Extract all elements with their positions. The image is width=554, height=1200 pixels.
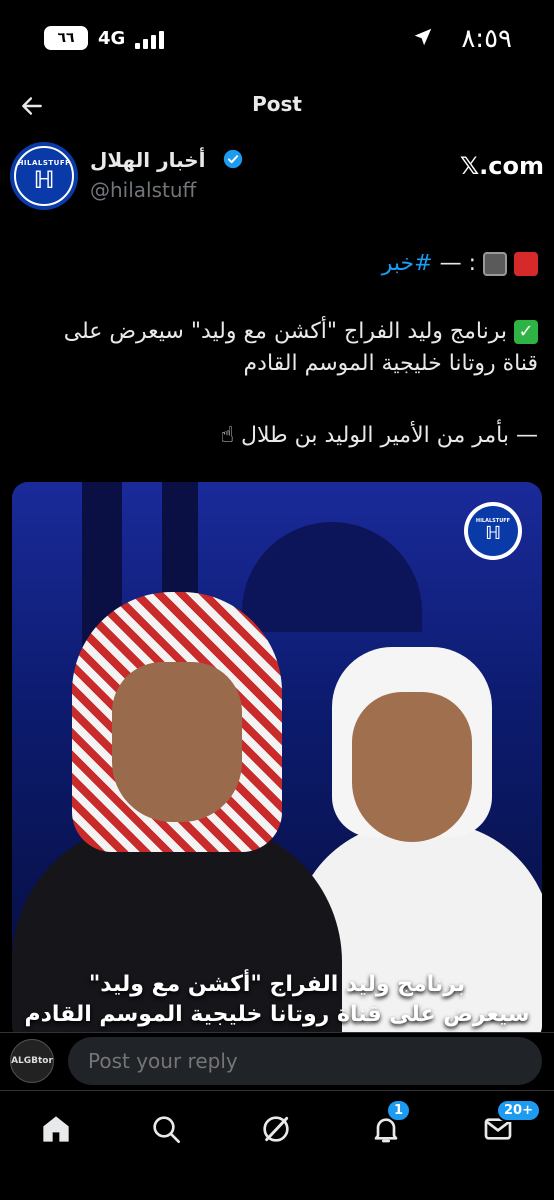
nav-grok[interactable]: [256, 1109, 296, 1149]
author-avatar[interactable]: HILALSTUFF ℍ: [10, 142, 78, 210]
author-handle[interactable]: @hilalstuff: [90, 178, 196, 202]
siren-emoji-icon: [514, 252, 538, 276]
signal-icon: [135, 27, 165, 49]
author-row: HILALSTUFF ℍ أخبار الهلال @hilalstuff 𝕏.…: [10, 140, 544, 210]
tweet-line-3: — بأمر من الأمير الوليد بن طلال ☝: [30, 420, 538, 452]
verified-badge-icon: [223, 149, 243, 169]
tweet-footer: — بأمر من الأمير الوليد بن طلال: [240, 423, 538, 448]
home-indicator: [0, 1176, 554, 1200]
author-name[interactable]: أخبار الهلال: [90, 148, 206, 172]
network-type: 4G: [98, 27, 126, 49]
person-left-face: [112, 662, 242, 822]
header: Post: [0, 76, 554, 132]
nav-notifications[interactable]: 1: [366, 1099, 412, 1149]
home-icon: [43, 1116, 69, 1142]
nav-home[interactable]: [36, 1109, 76, 1149]
reply-input[interactable]: [68, 1037, 542, 1085]
tweet-image[interactable]: HILALSTUFF ℍ برنامج وليد الفراج "أكشن مع…: [12, 482, 542, 1042]
tweet-dash: : —: [432, 251, 476, 276]
image-caption: برنامج وليد الفراج "أكشن مع وليد" سيعرض …: [24, 972, 530, 1027]
media-logo-icon: HILALSTUFF ℍ: [464, 502, 522, 560]
nav-search[interactable]: [146, 1109, 186, 1149]
tweet-line-1: : — #خبر: [30, 248, 538, 280]
status-time: ٨:٥٩: [461, 24, 512, 54]
battery-level: ٦٦: [57, 30, 75, 46]
hashtag-link[interactable]: #خبر: [382, 251, 433, 276]
tv-emoji-icon: [483, 252, 507, 276]
location-arrow-icon: [414, 28, 432, 46]
reply-bar: ALGBtor: [0, 1032, 554, 1088]
tweet-line-2: ✓ برنامج وليد الفراج "أكشن مع وليد" سيعر…: [30, 316, 538, 380]
hilal-logo-icon: HILALSTUFF ℍ: [14, 146, 74, 206]
search-icon: [153, 1116, 180, 1143]
messages-badge: 20+: [496, 1099, 541, 1122]
grok-icon: [263, 1116, 289, 1142]
person-right-face: [352, 692, 472, 842]
check-mark-icon: ✓: [514, 320, 538, 344]
status-left: ٦٦ 4G: [44, 26, 165, 50]
source-label: 𝕏.com: [459, 152, 544, 180]
battery-icon: ٦٦: [44, 26, 88, 50]
nav-messages[interactable]: 20+: [478, 1099, 541, 1149]
user-avatar[interactable]: ALGBtor: [10, 1039, 54, 1083]
status-bar: ٦٦ 4G ٨:٥٩: [0, 0, 554, 76]
bottom-nav: 1 20+: [0, 1090, 554, 1162]
tweet-body: برنامج وليد الفراج "أكشن مع وليد" سيعرض …: [63, 319, 538, 376]
page-title: Post: [252, 92, 302, 116]
notifications-badge: 1: [386, 1099, 412, 1122]
pointing-up-emoji-icon: ☝: [220, 423, 234, 448]
